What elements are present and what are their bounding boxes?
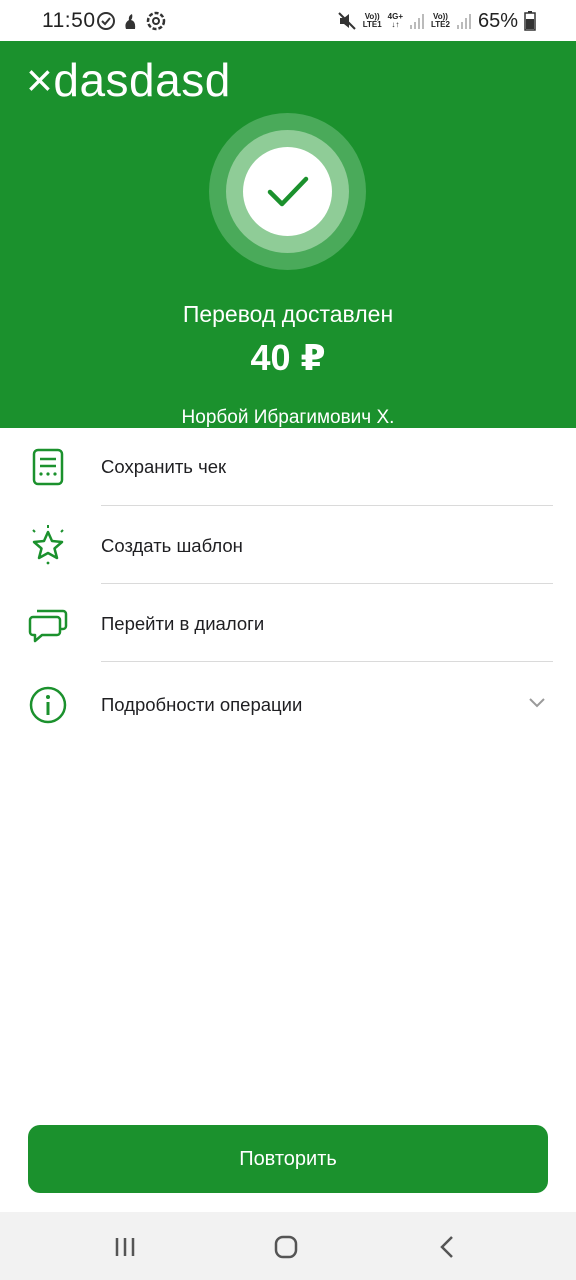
system-indicators: Vo)) LTE1 4G+ ↓↑ Vo)) LTE2 65% xyxy=(337,8,536,34)
system-nav-bar xyxy=(0,1212,576,1280)
battery-percent: 65% xyxy=(477,9,518,32)
home-icon[interactable] xyxy=(274,1235,298,1259)
notification-icons xyxy=(96,9,166,33)
repeat-button[interactable]: Повторить xyxy=(28,1125,548,1193)
success-check-icon xyxy=(243,147,332,236)
recent-apps-icon[interactable] xyxy=(113,1236,137,1258)
status-time: 11:50 xyxy=(42,9,96,32)
sync-check-icon xyxy=(97,12,115,30)
action-label: Создать шаблон xyxy=(101,535,243,556)
info-icon xyxy=(29,686,67,724)
recipient-name: Норбой Ибрагимович Х. xyxy=(181,407,395,428)
action-create-template[interactable]: Создать шаблон xyxy=(0,506,576,584)
sim2-lte: LTE2 xyxy=(431,20,450,29)
action-label: Сохранить чек xyxy=(101,456,227,477)
overlay-text: ×dasdasd xyxy=(26,54,231,106)
action-go-to-dialogs[interactable]: Перейти в диалоги xyxy=(0,584,576,662)
transfer-amount: 40 ₽ xyxy=(250,337,326,378)
action-operation-details[interactable]: Подробности операции xyxy=(0,662,576,746)
sim2-indicator: Vo)) LTE2 xyxy=(431,13,450,29)
status-bar: 11:50 Vo)) LTE1 4G+ ↓↑ Vo)) LTE2 65% xyxy=(0,0,576,41)
chatgpt-icon xyxy=(146,11,166,31)
chat-bubbles-icon xyxy=(28,609,68,643)
signal-1-icon xyxy=(410,14,424,29)
battery-icon xyxy=(524,11,536,31)
data-arrows-icon: ↓↑ xyxy=(391,20,400,29)
receipt-icon xyxy=(32,448,64,486)
star-icon xyxy=(32,525,64,565)
sim1-indicator: Vo)) LTE1 xyxy=(363,13,382,29)
network-type: 4G+ ↓↑ xyxy=(388,13,403,29)
chevron-down-icon xyxy=(529,698,545,708)
back-icon[interactable] xyxy=(438,1235,456,1259)
app-notification-icon xyxy=(125,14,136,29)
action-label: Подробности операции xyxy=(101,694,303,715)
mute-icon xyxy=(337,12,356,30)
transfer-status-title: Перевод доставлен xyxy=(182,301,394,327)
checkmark-icon xyxy=(267,176,308,206)
action-save-receipt[interactable]: Сохранить чек xyxy=(0,428,576,506)
signal-2-icon xyxy=(456,14,471,29)
sim1-lte: LTE1 xyxy=(362,20,382,29)
action-label: Перейти в диалоги xyxy=(101,613,265,634)
